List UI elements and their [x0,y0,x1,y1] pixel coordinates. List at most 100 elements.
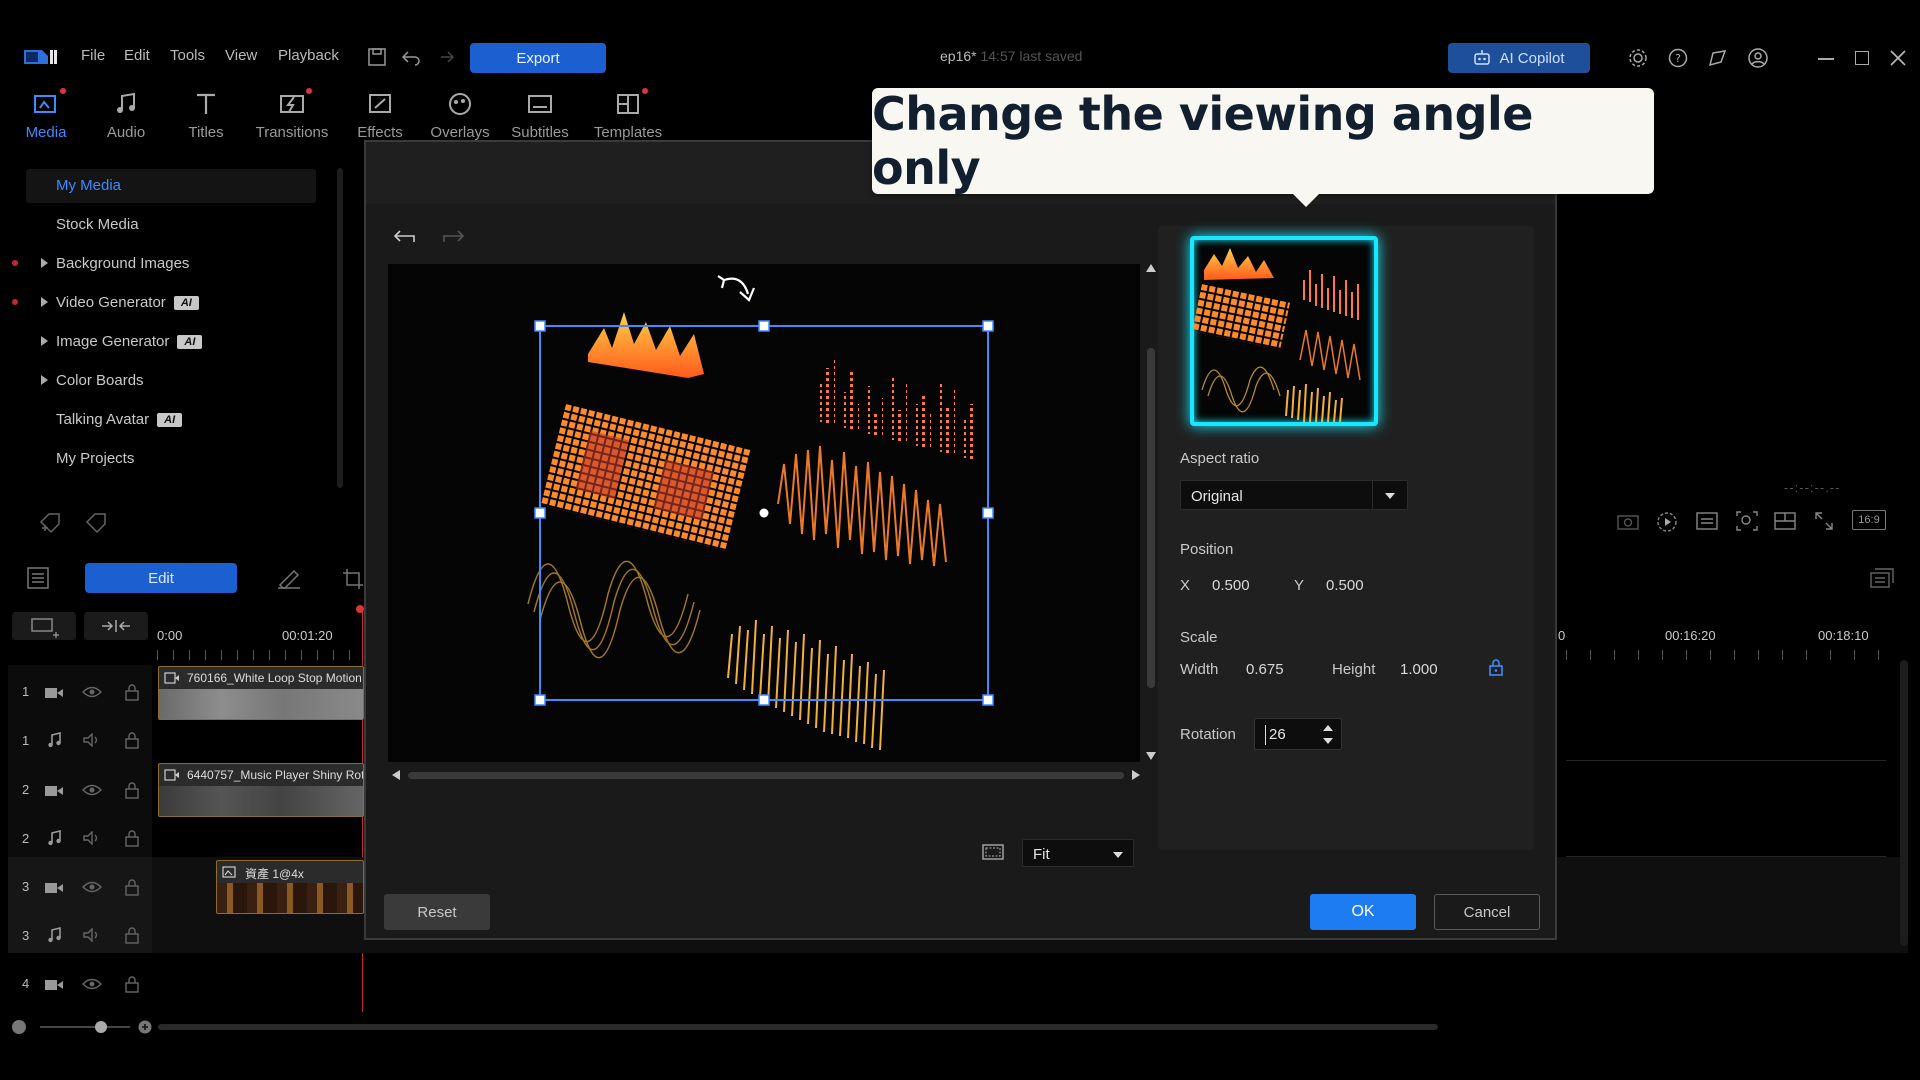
expand-arrow-icon[interactable] [41,375,48,385]
dialog-redo-icon[interactable] [440,226,466,248]
save-icon[interactable] [366,46,388,68]
zoom-slider-track[interactable] [40,1026,130,1028]
timeline-clip-image[interactable]: 資產 1@4x [216,860,364,914]
account-icon[interactable] [1747,47,1769,69]
library-item-color-boards[interactable]: Color Boards [56,372,144,389]
lock-icon[interactable] [124,731,140,749]
export-layout-icon[interactable] [1870,568,1894,590]
zoom-in-icon[interactable] [138,1020,152,1034]
crop-icon[interactable] [342,568,364,590]
scrollbar-thumb[interactable] [408,772,1124,779]
menu-tools[interactable]: Tools [170,47,205,64]
expand-arrow-icon[interactable] [41,297,48,307]
maximize-icon[interactable] [1855,51,1869,65]
library-item-video-generator[interactable]: Video Generator AI [56,294,199,311]
ai-copilot-button[interactable]: AI Copilot [1448,43,1590,73]
remove-tag-icon[interactable] [84,510,110,534]
tab-titles[interactable]: Titles [166,90,246,141]
safe-area-icon[interactable] [1774,512,1796,530]
eye-icon[interactable] [82,783,102,797]
pen-tool-icon[interactable] [276,567,302,589]
library-scrollbar[interactable] [337,168,343,488]
track-manager-icon[interactable] [26,566,50,590]
zoom-slider-handle[interactable] [95,1021,107,1033]
expand-arrow-icon[interactable] [41,336,48,346]
speaker-icon[interactable] [82,831,102,845]
menu-view[interactable]: View [225,47,257,64]
tab-audio[interactable]: Audio [86,90,166,141]
library-item-my-media[interactable]: My Media [56,177,121,194]
library-item-talking-avatar[interactable]: Talking Avatar AI [56,411,183,428]
tab-effects[interactable]: Effects [340,90,420,141]
lock-icon[interactable] [124,781,140,799]
timeline-clip-video[interactable]: 6440757_Music Player Shiny Rot [158,763,364,817]
timeline-clip-video[interactable]: 760166_White Loop Stop Motion [158,666,364,720]
tab-overlays[interactable]: Overlays [420,90,500,141]
zoom-out-icon[interactable] [12,1020,26,1034]
fullscreen-icon[interactable] [1814,511,1834,531]
expand-arrow-icon[interactable] [41,258,48,268]
fit-screen-icon[interactable] [982,844,1004,860]
lock-aspect-icon[interactable] [1488,658,1504,676]
tab-templates[interactable]: Templates [588,88,668,141]
redo-icon[interactable] [434,46,456,68]
gear-icon[interactable] [1627,47,1649,69]
eye-icon[interactable] [82,977,102,991]
tab-subtitles[interactable]: Subtitles [500,90,580,141]
canvas-horizontal-scrollbar[interactable] [392,770,1140,780]
tab-media[interactable]: Media [6,88,86,141]
scale-height-value[interactable]: 1.000 [1400,661,1438,678]
zoom-preview-icon[interactable] [1736,511,1758,531]
speaker-icon[interactable] [82,733,102,747]
help-icon[interactable]: ? [1667,47,1689,69]
position-x-value[interactable]: 0.500 [1212,577,1250,594]
cancel-button[interactable]: Cancel [1434,894,1540,930]
menu-edit[interactable]: Edit [124,47,150,64]
increment-icon[interactable] [1323,725,1333,731]
edit-button[interactable]: Edit [85,563,237,593]
timeline-vertical-scrollbar[interactable] [1900,660,1908,946]
timeline-horizontal-scrollbar[interactable] [158,1024,1438,1030]
library-item-image-generator[interactable]: Image Generator AI [56,333,203,350]
add-tag-icon[interactable] [38,510,64,534]
library-item-background-images[interactable]: Background Images [56,255,189,272]
eye-icon[interactable] [82,685,102,699]
aspect-ratio-select[interactable]: Original [1180,480,1408,510]
export-button[interactable]: Export [470,43,606,73]
snapshot-icon[interactable] [1617,512,1639,530]
library-item-stock-media[interactable]: Stock Media [56,216,139,233]
add-track-button[interactable] [12,612,76,640]
rotate-handle-icon[interactable] [717,275,756,302]
undo-icon[interactable] [400,46,422,68]
ok-button[interactable]: OK [1310,894,1416,930]
subtitle-toggle-icon[interactable] [1696,512,1718,530]
lock-icon[interactable] [124,926,140,944]
playback-settings-icon[interactable] [1656,511,1680,533]
scrollbar-thumb[interactable] [1147,348,1155,688]
aspect-ratio-button[interactable]: 16:9 [1852,510,1886,530]
menu-playback[interactable]: Playback [278,47,339,64]
lock-icon[interactable] [124,975,140,993]
menu-file[interactable]: File [81,47,105,64]
position-y-value[interactable]: 0.500 [1326,577,1364,594]
fit-timeline-button[interactable] [84,612,148,640]
lock-icon[interactable] [124,683,140,701]
preview-canvas[interactable] [388,264,1140,762]
tab-transitions[interactable]: Transitions [252,88,332,141]
feedback-icon[interactable] [1707,47,1729,69]
eye-icon[interactable] [82,880,102,894]
canvas-vertical-scrollbar[interactable] [1146,264,1156,762]
scale-width-value[interactable]: 0.675 [1246,661,1284,678]
close-icon[interactable] [1889,49,1907,67]
lock-icon[interactable] [124,829,140,847]
new-indicator-dot [12,299,18,305]
zoom-select[interactable]: Fit [1022,839,1134,867]
lock-icon[interactable] [124,878,140,896]
reset-button[interactable]: Reset [384,894,490,930]
decrement-icon[interactable] [1323,738,1333,744]
rotation-input[interactable]: 26 [1254,718,1342,750]
dialog-undo-icon[interactable] [392,226,418,248]
minimize-icon[interactable] [1818,58,1834,60]
speaker-icon[interactable] [82,928,102,942]
library-item-my-projects[interactable]: My Projects [56,450,134,467]
